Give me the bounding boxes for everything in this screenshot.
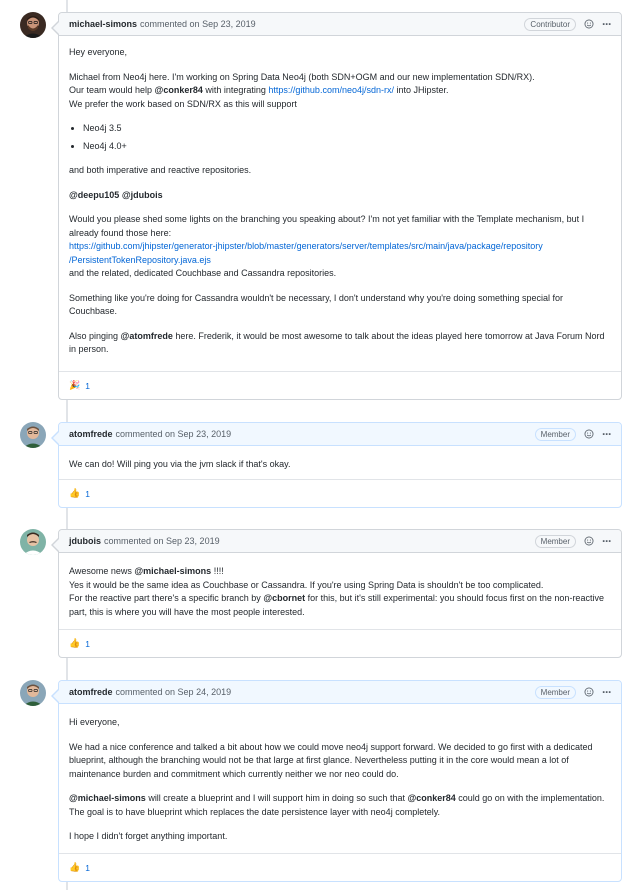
comment-jdubois: jdubois commented on Sep 23, 2019 Member… xyxy=(20,529,622,658)
author-association-badge: Contributor xyxy=(524,17,576,31)
comment-header: jdubois commented on Sep 23, 2019 Member… xyxy=(59,530,621,553)
author-association-badge: Member xyxy=(534,534,576,548)
paragraph: Would you please shed some lights on the… xyxy=(69,214,585,278)
comment-timestamp[interactable]: commented on Sep 23, 2019 xyxy=(116,429,232,439)
paragraph: and both imperative and reactive reposit… xyxy=(69,165,252,175)
avatar[interactable] xyxy=(20,680,46,706)
author-link[interactable]: jdubois xyxy=(69,536,101,546)
avatar-image xyxy=(20,529,46,555)
comment-michael-simons: michael-simons commented on Sep 23, 2019… xyxy=(20,12,622,400)
paragraph: Also pinging @atomfrede here. Frederik, … xyxy=(69,330,605,355)
comment-body: We can do! Will ping you via the jvm sla… xyxy=(59,446,621,472)
smiley-icon[interactable] xyxy=(584,536,594,546)
mention-link[interactable]: @atomfrede xyxy=(121,331,173,341)
reaction-button[interactable]: 👍 1 xyxy=(69,638,90,649)
comment-header: atomfrede commented on Sep 24, 2019 Memb… xyxy=(59,681,621,704)
paragraph: We had a nice conference and talked a bi… xyxy=(69,741,593,779)
smiley-icon[interactable] xyxy=(584,19,594,29)
comment-box: atomfrede commented on Sep 24, 2019 Memb… xyxy=(51,680,622,882)
mention-link[interactable]: @deepu105 xyxy=(69,190,119,200)
mention-link[interactable]: @jdubois xyxy=(122,190,163,200)
avatar[interactable] xyxy=(20,422,46,448)
list-item: Neo4j 3.5 xyxy=(83,122,611,136)
kebab-icon[interactable]: ··· xyxy=(602,428,612,440)
sdn-rx-link[interactable]: https://github.com/neo4j/sdn-rx/ xyxy=(268,85,394,95)
comment-timestamp[interactable]: commented on Sep 24, 2019 xyxy=(116,687,232,697)
mention-link[interactable]: @michael-simons xyxy=(134,566,211,576)
avatar-image xyxy=(20,12,46,38)
comment-body: Awesome news @michael-simons !!!! Yes it… xyxy=(59,553,621,619)
paragraph: Hi everyone, xyxy=(69,717,120,727)
avatar[interactable] xyxy=(20,12,46,38)
paragraph: We can do! Will ping you via the jvm sla… xyxy=(69,459,291,469)
thumbs-up-icon: 👍 xyxy=(69,638,81,648)
mention-link[interactable]: @michael-simons xyxy=(69,793,146,803)
reaction-count: 1 xyxy=(85,380,90,391)
repository-link-continued[interactable]: /PersistentTokenRepository.java.ejs xyxy=(69,255,211,265)
comment-box: jdubois commented on Sep 23, 2019 Member… xyxy=(51,529,622,658)
thumbs-up-icon: 👍 xyxy=(69,862,81,872)
author-link[interactable]: atomfrede xyxy=(69,429,113,439)
comment-box: atomfrede commented on Sep 23, 2019 Memb… xyxy=(51,422,622,508)
reactions-bar: 👍 1 xyxy=(59,853,621,881)
paragraph: Michael from Neo4j here. I'm working on … xyxy=(69,71,535,109)
smiley-icon[interactable] xyxy=(584,429,594,439)
comment-header: michael-simons commented on Sep 23, 2019… xyxy=(59,13,621,36)
comment-atomfrede-2: atomfrede commented on Sep 24, 2019 Memb… xyxy=(20,680,622,882)
paragraph: @michael-simons will create a blueprint … xyxy=(69,793,605,817)
comment-timestamp[interactable]: commented on Sep 23, 2019 xyxy=(104,536,220,546)
author-link[interactable]: atomfrede xyxy=(69,687,113,697)
tada-icon: 🎉 xyxy=(69,380,81,390)
reaction-count: 1 xyxy=(85,638,90,649)
author-association-badge: Member xyxy=(534,685,576,699)
repository-link[interactable]: https://github.com/jhipster/generator-jh… xyxy=(69,241,543,251)
comment-box: michael-simons commented on Sep 23, 2019… xyxy=(51,12,622,400)
reaction-count: 1 xyxy=(85,862,90,873)
comment-atomfrede-1: atomfrede commented on Sep 23, 2019 Memb… xyxy=(20,422,622,508)
list-item: Neo4j 4.0+ xyxy=(83,140,611,154)
kebab-icon[interactable]: ··· xyxy=(602,686,612,698)
comment-header: atomfrede commented on Sep 23, 2019 Memb… xyxy=(59,423,621,446)
paragraph: Awesome news @michael-simons !!!! Yes it… xyxy=(69,566,604,617)
reaction-button[interactable]: 🎉 1 xyxy=(69,380,90,391)
avatar-image xyxy=(20,422,46,448)
author-link[interactable]: michael-simons xyxy=(69,19,137,29)
reactions-bar: 👍 1 xyxy=(59,479,621,507)
paragraph: I hope I didn't forget anything importan… xyxy=(69,831,228,841)
thumbs-up-icon: 👍 xyxy=(69,488,81,498)
reaction-button[interactable]: 👍 1 xyxy=(69,862,90,873)
reaction-count: 1 xyxy=(85,488,90,499)
smiley-icon[interactable] xyxy=(584,687,594,697)
author-association-badge: Member xyxy=(534,427,576,441)
reaction-button[interactable]: 👍 1 xyxy=(69,488,90,499)
paragraph: @deepu105 @jdubois xyxy=(69,189,611,203)
kebab-icon[interactable]: ··· xyxy=(602,535,612,547)
paragraph: Hey everyone, xyxy=(69,47,128,57)
avatar-image xyxy=(20,680,46,706)
mention-link[interactable]: @cbornet xyxy=(263,593,305,603)
reactions-bar: 👍 1 xyxy=(59,629,621,657)
mention-link[interactable]: @conker84 xyxy=(407,793,455,803)
version-list: Neo4j 3.5 Neo4j 4.0+ xyxy=(83,122,611,153)
avatar[interactable] xyxy=(20,529,46,555)
comment-body: Hi everyone, We had a nice conference an… xyxy=(59,704,621,844)
mention-link[interactable]: @conker84 xyxy=(155,85,203,95)
kebab-icon[interactable]: ··· xyxy=(602,18,612,30)
paragraph: Something like you're doing for Cassandr… xyxy=(69,292,563,317)
comment-body: Hey everyone, Michael from Neo4j here. I… xyxy=(59,36,621,357)
reactions-bar: 🎉 1 xyxy=(59,371,621,399)
comment-timestamp[interactable]: commented on Sep 23, 2019 xyxy=(140,19,256,29)
